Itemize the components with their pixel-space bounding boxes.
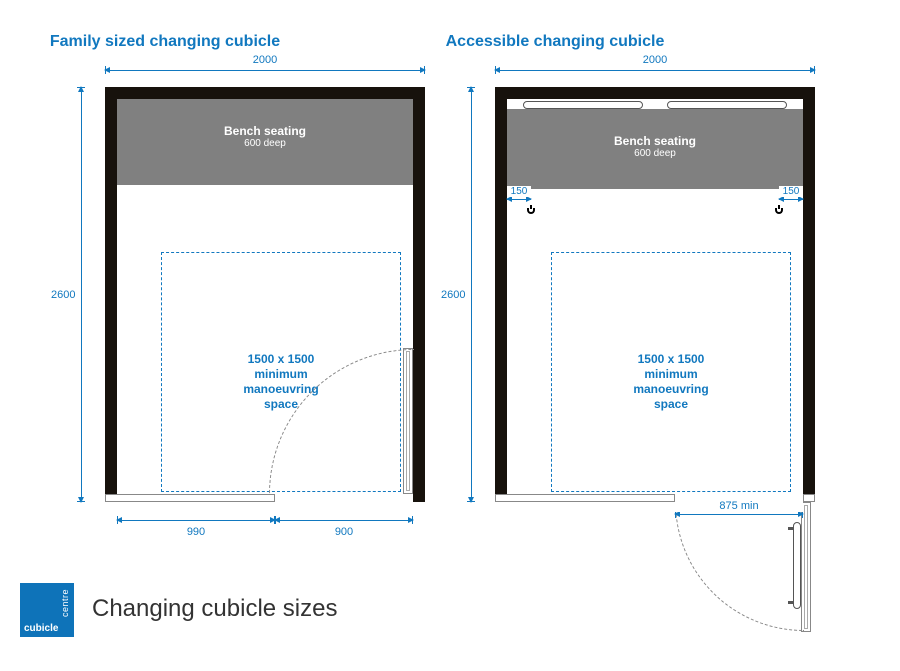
- bench-seating: Bench seating 600 deep: [507, 109, 803, 189]
- wall-right: [803, 87, 815, 502]
- front-wall-r: [803, 494, 815, 502]
- grab-rail-right-icon: [667, 101, 787, 109]
- wall-top: [495, 87, 815, 99]
- wall-top: [105, 87, 425, 99]
- accessible-title: Accessible changing cubicle: [355, 33, 755, 51]
- family-title: Family sized changing cubicle: [0, 33, 365, 51]
- page-title: Changing cubicle sizes: [92, 595, 337, 623]
- brand-text-vertical: centre: [60, 589, 70, 617]
- bench-seating: Bench seating 600 deep: [117, 99, 413, 185]
- wall-right: [413, 87, 425, 502]
- coat-hook-icon: [525, 205, 537, 213]
- wall-left: [105, 87, 117, 502]
- coat-hook-icon: [773, 205, 785, 213]
- accessible-cubicle-plan: 2000 2600 Bench seating 600 deep 150 150…: [495, 87, 815, 502]
- brand-text-horizontal: cubicle: [24, 623, 58, 634]
- brand-badge: centre cubicle: [20, 583, 74, 637]
- front-wall: [495, 494, 675, 502]
- door-swing-arc: [675, 502, 804, 631]
- family-cubicle-plan: 2000 2600 Bench seating 600 deep 1500 x …: [105, 87, 425, 502]
- wall-left: [495, 87, 507, 502]
- manoeuvring-label: 1500 x 1500 minimum manoeuvring space: [601, 352, 741, 412]
- grab-rail-left-icon: [523, 101, 643, 109]
- front-wall-left: [105, 494, 275, 502]
